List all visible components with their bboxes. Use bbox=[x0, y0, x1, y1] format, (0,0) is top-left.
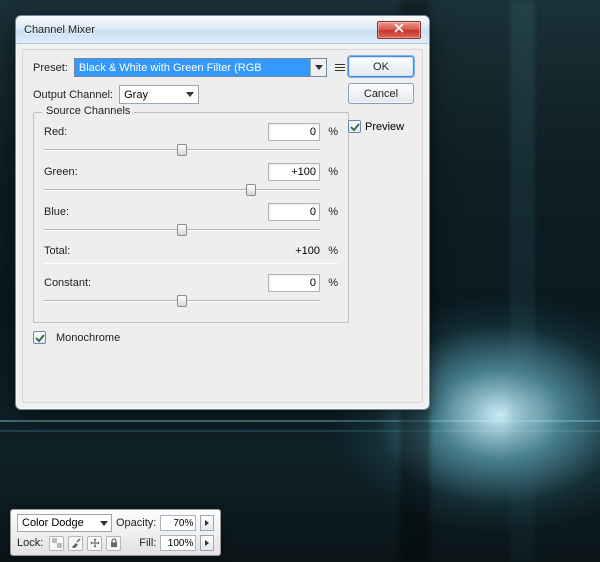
preview-checkbox[interactable] bbox=[348, 120, 361, 133]
channel-mixer-dialog: Channel Mixer Preset: Black & White with… bbox=[15, 15, 430, 410]
chevron-down-icon bbox=[186, 92, 194, 97]
percent-unit: % bbox=[320, 126, 338, 138]
slider-thumb-icon[interactable] bbox=[177, 224, 187, 236]
blue-label: Blue: bbox=[44, 206, 104, 218]
brush-icon bbox=[71, 538, 81, 548]
group-title: Source Channels bbox=[42, 105, 134, 117]
percent-unit: % bbox=[320, 245, 338, 257]
lock-transparency-button[interactable] bbox=[49, 536, 64, 551]
dialog-title: Channel Mixer bbox=[24, 24, 95, 36]
red-slider[interactable] bbox=[44, 143, 320, 157]
opacity-flyout-button[interactable] bbox=[200, 515, 214, 531]
slider-thumb-icon[interactable] bbox=[177, 295, 187, 307]
output-channel-label: Output Channel: bbox=[33, 89, 113, 101]
red-input[interactable] bbox=[268, 123, 320, 141]
constant-input[interactable] bbox=[268, 274, 320, 292]
opacity-label: Opacity: bbox=[116, 517, 156, 529]
close-button[interactable] bbox=[377, 21, 421, 39]
percent-unit: % bbox=[320, 206, 338, 218]
opacity-input[interactable] bbox=[160, 515, 196, 531]
preset-select[interactable]: Black & White with Green Filter (RGB bbox=[74, 58, 327, 77]
blend-mode-value: Color Dodge bbox=[22, 517, 84, 529]
slider-thumb-icon[interactable] bbox=[246, 184, 256, 196]
slider-thumb-icon[interactable] bbox=[177, 144, 187, 156]
percent-unit: % bbox=[320, 166, 338, 178]
blue-slider[interactable] bbox=[44, 223, 320, 237]
output-channel-select[interactable]: Gray bbox=[119, 85, 199, 104]
close-icon bbox=[394, 23, 404, 36]
green-input[interactable] bbox=[268, 163, 320, 181]
output-dropdown-arrow[interactable] bbox=[182, 86, 198, 103]
source-channels-group: Source Channels Red: % Green bbox=[33, 112, 349, 323]
total-label: Total: bbox=[44, 245, 104, 257]
preview-label: Preview bbox=[365, 121, 404, 133]
total-value: +100 bbox=[268, 245, 320, 257]
move-icon bbox=[90, 538, 100, 548]
triangle-right-icon bbox=[205, 540, 209, 546]
percent-unit: % bbox=[320, 277, 338, 289]
lock-label: Lock: bbox=[17, 537, 43, 549]
lock-all-button[interactable] bbox=[106, 536, 121, 551]
preset-value: Black & White with Green Filter (RGB bbox=[79, 62, 262, 74]
monochrome-label: Monochrome bbox=[56, 332, 120, 344]
checker-icon bbox=[52, 538, 62, 548]
cancel-label: Cancel bbox=[364, 88, 398, 100]
fill-label: Fill: bbox=[139, 537, 156, 549]
chevron-down-icon bbox=[100, 521, 108, 526]
checkmark-icon bbox=[350, 122, 360, 132]
triangle-right-icon bbox=[205, 520, 209, 526]
constant-label: Constant: bbox=[44, 277, 104, 289]
blend-mode-select[interactable]: Color Dodge bbox=[17, 514, 112, 532]
lock-position-button[interactable] bbox=[87, 536, 102, 551]
blend-dropdown-arrow[interactable] bbox=[96, 515, 111, 531]
green-label: Green: bbox=[44, 166, 104, 178]
titlebar[interactable]: Channel Mixer bbox=[16, 16, 429, 44]
checkmark-icon bbox=[35, 333, 45, 343]
red-label: Red: bbox=[44, 126, 104, 138]
preset-menu-button[interactable] bbox=[333, 60, 349, 76]
cancel-button[interactable]: Cancel bbox=[348, 83, 414, 104]
lock-pixels-button[interactable] bbox=[68, 536, 83, 551]
chevron-down-icon bbox=[315, 65, 323, 70]
lock-icon bbox=[109, 538, 119, 548]
preset-label: Preset: bbox=[33, 62, 68, 74]
fill-input[interactable] bbox=[160, 535, 196, 551]
output-channel-value: Gray bbox=[124, 89, 148, 101]
preset-dropdown-arrow[interactable] bbox=[310, 59, 326, 76]
monochrome-checkbox[interactable] bbox=[33, 331, 46, 344]
green-slider[interactable] bbox=[44, 183, 320, 197]
ok-button[interactable]: OK bbox=[348, 56, 414, 77]
layer-options-strip: Color Dodge Opacity: Lock: bbox=[10, 509, 221, 556]
divider bbox=[44, 263, 338, 264]
blue-input[interactable] bbox=[268, 203, 320, 221]
dialog-body: Preset: Black & White with Green Filter … bbox=[22, 49, 423, 403]
ok-label: OK bbox=[373, 61, 389, 73]
fill-flyout-button[interactable] bbox=[200, 535, 214, 551]
constant-slider[interactable] bbox=[44, 294, 320, 308]
